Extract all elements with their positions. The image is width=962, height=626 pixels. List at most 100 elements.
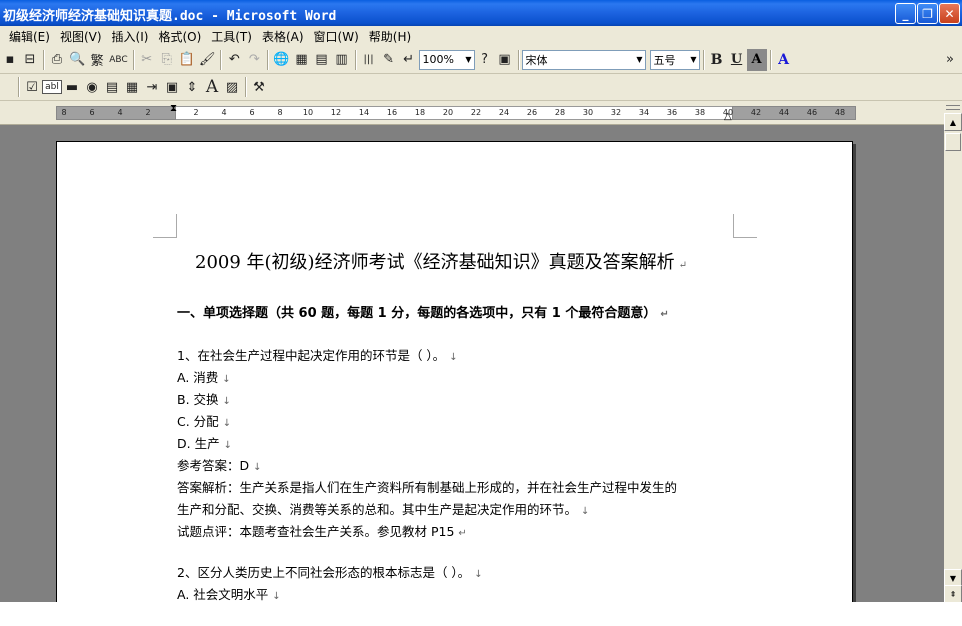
traditional-chinese-button[interactable]: 繁 (87, 49, 107, 71)
insert-table-icon[interactable]: ▤ (312, 49, 332, 71)
zoom-value: 100% (422, 53, 454, 66)
ruler-tick-label: 44 (778, 108, 790, 117)
minimize-button[interactable]: _ (895, 3, 916, 24)
margin-corner-top-right (733, 214, 757, 238)
zoom-select[interactable]: 100% ▼ (418, 49, 475, 70)
menu-view[interactable]: 视图(V) (55, 28, 107, 45)
vertical-scrollbar[interactable]: ▲ ▼ ⇞ (944, 101, 962, 603)
reference-answer: 参考答案：D ↓ (177, 455, 262, 474)
separator (18, 77, 19, 97)
radio-field-icon[interactable]: ◉ (82, 76, 102, 98)
maximize-button[interactable]: ❐ (917, 3, 938, 24)
document-page[interactable]: 2009 年(初级)经济师考试《经济基础知识》真题及答案解析 ↵ 一、单项选择题（… (56, 141, 853, 602)
font-select[interactable]: 宋体 ▼ (521, 49, 646, 70)
drawing-icon[interactable]: ✎ (379, 49, 399, 71)
menu-window[interactable]: 窗口(W) (309, 28, 364, 45)
line-text: 2、区分人类历史上不同社会形态的根本标志是（ ）。 (177, 565, 471, 580)
line-break-mark: ↓ (449, 352, 458, 363)
show-hide-icon[interactable]: ↵ (399, 49, 419, 71)
separator (245, 77, 246, 97)
indent-marker-icon[interactable]: ⧗ (170, 103, 177, 114)
hyperlink-icon[interactable]: 🌐 (271, 49, 291, 71)
image-icon[interactable]: ▨ (222, 76, 242, 98)
separator (517, 49, 519, 70)
columns-icon[interactable]: ||| (359, 49, 379, 71)
format-painter-icon[interactable]: 🖌 (197, 49, 218, 71)
ruler-tick-label: 2 (193, 108, 199, 117)
permission-icon[interactable]: ⊟ (20, 49, 40, 71)
ruler-tick-label: 32 (610, 108, 622, 117)
menu-format[interactable]: 格式(O) (153, 28, 206, 45)
list-field-icon[interactable]: ▤ (102, 76, 122, 98)
tables-borders-icon[interactable]: ▦ (292, 49, 312, 71)
redo-icon[interactable]: ↷ (244, 49, 264, 71)
line-text: A. 消费 (177, 370, 219, 385)
ruler-tick-label: 6 (249, 108, 255, 117)
font-value: 宋体 (525, 53, 548, 67)
font-size-select[interactable]: 五号 ▼ (649, 49, 700, 70)
spelling-icon[interactable]: ABC (107, 49, 129, 71)
insert-excel-icon[interactable]: ▥ (332, 49, 352, 71)
scroll-thumb[interactable] (945, 133, 961, 151)
menu-bar: 编辑(E) 视图(V) 插入(I) 格式(O) 工具(T) 表格(A) 窗口(W… (0, 26, 962, 46)
print-icon[interactable]: ⎙ (47, 49, 67, 71)
text-field-icon[interactable]: abl (42, 80, 62, 94)
horizontal-ruler[interactable]: 8 6 4 2 2 4 6 8 10 12 14 16 18 20 22 24 26 28 30 32 34 36 38 40… (0, 101, 944, 125)
previous-page-icon[interactable]: ⇞ (944, 585, 962, 603)
menu-edit[interactable]: 编辑(E) (4, 28, 55, 45)
window-title: 初级经济师经济基础知识真题.doc - Microsoft Word (3, 9, 337, 24)
spacing-icon[interactable]: ⇕ (182, 76, 202, 98)
document-title-text: 2009 年(初级)经济师考试《经济基础知识》真题及答案解析 (195, 252, 675, 273)
document-area[interactable]: 2009 年(初级)经济师考试《经济基础知识》真题及答案解析 ↵ 一、单项选择题（… (0, 125, 944, 602)
ruler-tick-label: 4 (117, 108, 123, 117)
line-break-mark: ↓ (474, 569, 483, 580)
answer-explanation-cont: 生产和分配、交换、消费等关系的总和。其中生产是起决定作用的环节。 ↓ (177, 499, 589, 518)
standard-toolbar: ▪ ⊟ ⎙ 🔍 繁 ABC ✂ ⎘ 📋 🖌 ↶ ↷ 🌐 ▦ ▤ ▥ ||| ✎ … (0, 46, 962, 74)
save-icon[interactable]: ▪ (0, 49, 20, 71)
menu-help[interactable]: 帮助(H) (364, 28, 416, 45)
ruler-tick-label: 48 (834, 108, 846, 117)
paste-icon[interactable]: 📋 (177, 49, 197, 71)
ruler-tick-label: 28 (554, 108, 566, 117)
ruler-tick-label: 26 (526, 108, 538, 117)
ruler-tick-label: 8 (61, 108, 67, 117)
tab-icon[interactable]: ⇥ (142, 76, 162, 98)
ruler-tick-label: 18 (414, 108, 426, 117)
frame-icon[interactable]: ▦ (122, 76, 142, 98)
checkbox-field-icon[interactable]: ☑ (22, 76, 42, 98)
undo-icon[interactable]: ↶ (224, 49, 244, 71)
toolbar-overflow-icon[interactable]: » (940, 49, 960, 71)
underline-button[interactable]: U (727, 49, 747, 71)
copy-icon[interactable]: ⎘ (157, 49, 177, 71)
cut-icon[interactable]: ✂ (137, 49, 157, 71)
character-shading-button[interactable]: A (746, 48, 767, 71)
menu-insert[interactable]: 插入(I) (107, 28, 154, 45)
grid-icon[interactable]: ▣ (162, 76, 182, 98)
line-break-mark: ↓ (581, 506, 590, 517)
option-d: D. 生产 ↓ (177, 433, 232, 452)
font-color-button[interactable]: A (774, 49, 794, 71)
read-mode-icon[interactable]: ▣ (495, 49, 515, 71)
separator (267, 49, 269, 70)
line-break-mark: ↓ (272, 591, 281, 602)
close-button[interactable]: ✕ (939, 3, 960, 24)
title-bar[interactable]: 初级经济师经济基础知识真题.doc - Microsoft Word _ ❐ ✕ (0, 0, 962, 26)
font-size-value: 五号 (653, 53, 676, 67)
line-break-mark: ↓ (222, 418, 232, 429)
separator (702, 49, 704, 70)
ruler-tick-label: 8 (277, 108, 283, 117)
menu-table[interactable]: 表格(A) (257, 28, 309, 45)
help-icon[interactable]: ? (475, 49, 495, 71)
bold-button[interactable]: B (707, 49, 727, 71)
right-indent-marker-icon[interactable]: △ (724, 111, 732, 122)
tools-icon[interactable]: ⚒ (249, 76, 269, 98)
menu-tools[interactable]: 工具(T) (206, 28, 257, 45)
text-icon[interactable]: A (202, 76, 222, 98)
print-preview-icon[interactable]: 🔍 (67, 49, 87, 71)
ruler-tick-label: 10 (302, 108, 314, 117)
line-text: 答案解析：生产关系是指人们在生产资料所有制基础上形成的，并在社会生产过程中发生的 (177, 480, 678, 495)
scroll-up-icon[interactable]: ▲ (944, 113, 962, 131)
line-text: D. 生产 (177, 436, 220, 451)
line-icon[interactable]: ▬ (62, 76, 82, 98)
split-handle[interactable] (946, 105, 960, 110)
